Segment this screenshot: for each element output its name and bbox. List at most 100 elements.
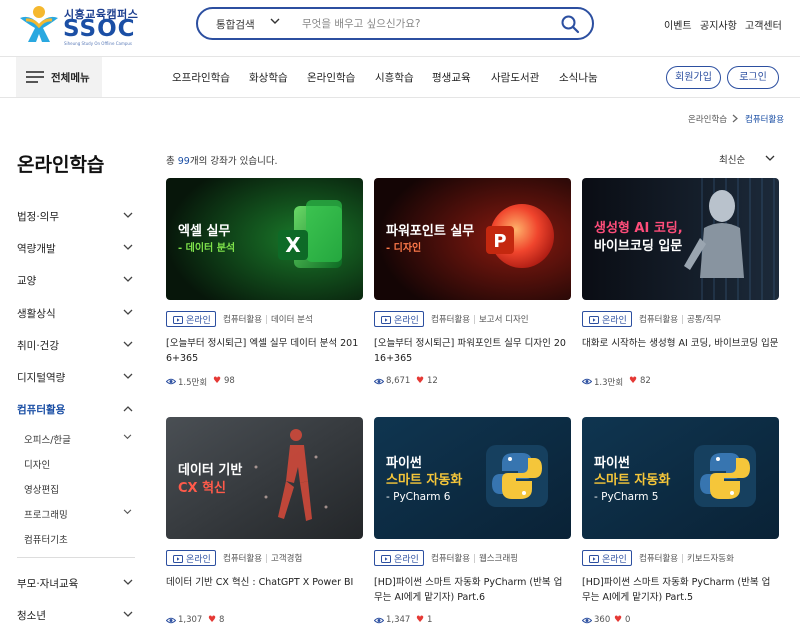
course-count-number: 99 [177, 156, 190, 167]
video-play-icon [173, 555, 183, 563]
course-card[interactable]: 데이터 기반 CX 혁신 온라인 컴퓨터활용 | 고객경험 데이터 기반 CX 혁신… [166, 417, 363, 632]
course-card[interactable]: 파이썬 스마트 자동화 - PyCharm 5 온라인 컴퓨터활용 | 키보드자동화… [582, 417, 779, 632]
course-category: 컴퓨터활용 | 키보드자동화 [639, 554, 734, 564]
sidebar-item-hobby-health[interactable]: 취미·건강 [17, 336, 135, 356]
sidebar-subitem-label: 영상편집 [24, 485, 59, 496]
course-thumbnail[interactable]: 파이썬 스마트 자동화 - PyCharm 6 [374, 417, 571, 539]
course-thumbnail[interactable]: 데이터 기반 CX 혁신 [166, 417, 363, 539]
course-thumbnail[interactable]: 파이썬 스마트 자동화 - PyCharm 5 [582, 417, 779, 539]
course-card[interactable]: 파이썬 스마트 자동화 - PyCharm 6 온라인 컴퓨터활용 | 웹스크래핑 … [374, 417, 571, 632]
all-menu-label: 전체메뉴 [51, 72, 90, 84]
course-category: 컴퓨터활용 | 공통/직무 [639, 315, 722, 325]
nav-link-online[interactable]: 온라인학습 [307, 70, 355, 85]
sidebar-item-competency[interactable]: 역량개발 [17, 239, 135, 259]
sidebar-item-parenting[interactable]: 부모·자녀교육 [17, 574, 135, 594]
heart-icon: ♥ [416, 615, 425, 625]
site-logo[interactable]: 시흥교육캠퍼스 SSOC Siheung Study On Offline Ca… [16, 4, 138, 46]
util-link-notice[interactable]: 공지사항 [700, 17, 737, 32]
course-thumbnail[interactable]: 생성형 AI 코딩, 바이브코딩 입문 [582, 178, 779, 300]
svg-text:X: X [285, 233, 301, 257]
nav-link-offline[interactable]: 오프라인학습 [172, 70, 230, 85]
online-badge-label: 온라인 [186, 316, 211, 326]
thumbnail-title: 파워포인트 실무 [386, 224, 475, 239]
sidebar-item-computer[interactable]: 컴퓨터활용 [17, 400, 135, 420]
sidebar-item-legal[interactable]: 법정·의무 [17, 207, 135, 227]
logo-tagline: Siheung Study On Offline Campus [64, 41, 132, 46]
chevron-down-icon[interactable] [270, 18, 280, 25]
sidebar-subitem-design[interactable]: 디자인 [24, 455, 132, 473]
search-category-select[interactable]: 통합검색 [216, 17, 255, 32]
course-title[interactable]: [HD]파이썬 스마트 자동화 PyCharm (반복 업무는 AI에게 맡기자… [582, 575, 779, 605]
online-badge: 온라인 [166, 311, 216, 327]
sidebar-subitem-label: 컴퓨터기초 [24, 535, 68, 546]
sidebar-subitem-office[interactable]: 오피스/한글 [24, 430, 132, 448]
logo-mark-icon [20, 6, 58, 42]
online-badge: 온라인 [582, 311, 632, 327]
course-title[interactable]: [오늘부터 정시퇴근] 파워포인트 실무 디자인 2016+365 [374, 336, 571, 366]
sidebar-subitem-label: 오피스/한글 [24, 435, 71, 446]
course-card[interactable]: P 파워포인트 실무 - 디자인 온라인 컴퓨터활용 | 보고서 디자인 [오늘부터… [374, 178, 571, 393]
nav-link-news[interactable]: 소식나눔 [559, 70, 598, 85]
like-count: 8 [219, 615, 225, 625]
signup-button[interactable]: 회원가입 [666, 66, 721, 89]
course-title[interactable]: [HD]파이썬 스마트 자동화 PyCharm (반복 업무는 AI에게 맡기자… [374, 575, 571, 605]
thumbnail-title-line2: 스마트 자동화 [594, 473, 671, 488]
eye-icon [582, 378, 592, 385]
course-count: 총 99개의 강좌가 있습니다. [166, 156, 278, 167]
search-icon[interactable] [560, 14, 580, 34]
breadcrumb-item-current: 컴퓨터활용 [745, 115, 785, 125]
login-button[interactable]: 로그인 [727, 66, 779, 89]
like-count: 1 [427, 615, 433, 625]
course-thumbnail[interactable]: X 엑셀 실무 - 데이터 분석 [166, 178, 363, 300]
chevron-down-icon [765, 155, 775, 161]
sidebar-item-digital[interactable]: 디지털역량 [17, 368, 135, 388]
search-input[interactable] [302, 16, 552, 32]
course-category: 컴퓨터활용 | 보고서 디자인 [431, 315, 529, 325]
nav-link-siheung[interactable]: 시흥학습 [375, 70, 414, 85]
logo-wordmark: SSOC [63, 16, 136, 42]
course-category: 컴퓨터활용 | 데이터 분석 [223, 315, 313, 325]
thumbnail-title-line2: 스마트 자동화 [386, 473, 463, 488]
course-title[interactable]: 대화로 시작하는 생성형 AI 코딩, 바이브코딩 입문 [582, 336, 779, 351]
eye-icon [374, 617, 384, 624]
online-badge: 온라인 [374, 550, 424, 566]
online-badge-label: 온라인 [186, 555, 211, 565]
sidebar-subitem-label: 프로그래밍 [24, 510, 68, 521]
util-link-support[interactable]: 고객센터 [745, 17, 782, 32]
chevron-down-icon [123, 509, 132, 515]
sidebar-item-label: 컴퓨터활용 [17, 404, 66, 416]
chevron-down-icon [123, 579, 133, 585]
thumbnail-subtitle: - 디자인 [386, 243, 422, 254]
chevron-down-icon [123, 341, 133, 347]
sidebar-subitem-basics[interactable]: 컴퓨터기초 [24, 530, 132, 548]
course-thumbnail[interactable]: P 파워포인트 실무 - 디자인 [374, 178, 571, 300]
like-count: 82 [640, 376, 651, 386]
nav-link-lifelong[interactable]: 평생교육 [432, 70, 471, 85]
util-link-event[interactable]: 이벤트 [664, 17, 692, 32]
sidebar-item-label: 청소년 [17, 610, 46, 622]
chevron-down-icon [123, 276, 133, 282]
course-title[interactable]: [오늘부터 정시퇴근] 엑셀 실무 데이터 분석 2016+365 [166, 336, 363, 366]
like-count: 12 [427, 376, 438, 386]
sidebar-item-liberal-arts[interactable]: 교양 [17, 271, 135, 291]
sidebar-item-label: 법정·의무 [17, 211, 59, 223]
online-badge-label: 온라인 [394, 555, 419, 565]
view-count: 1.3만회 [594, 378, 624, 388]
sort-select[interactable]: 최신순 [719, 152, 779, 168]
hamburger-icon [26, 71, 44, 83]
nav-link-video[interactable]: 화상학습 [249, 70, 288, 85]
online-badge-label: 온라인 [602, 555, 627, 565]
eye-icon [374, 378, 384, 385]
all-menu-button[interactable]: 전체메뉴 [16, 57, 102, 97]
svg-text:P: P [493, 231, 506, 252]
nav-link-human-library[interactable]: 사람도서관 [491, 70, 539, 85]
breadcrumb-item-online[interactable]: 온라인학습 [688, 113, 727, 125]
sidebar-subitem-video-edit[interactable]: 영상편집 [24, 480, 132, 498]
sidebar-item-living[interactable]: 생활상식 [17, 304, 135, 324]
sidebar-subitem-programming[interactable]: 프로그래밍 [24, 505, 132, 523]
sidebar-item-youth[interactable]: 청소년 [17, 606, 135, 626]
heart-icon: ♥ [208, 615, 217, 625]
course-title[interactable]: 데이터 기반 CX 혁신 : ChatGPT X Power BI [166, 575, 363, 590]
course-card[interactable]: 생성형 AI 코딩, 바이브코딩 입문 온라인 컴퓨터활용 | 공통/직무 대화로 … [582, 178, 779, 393]
course-card[interactable]: X 엑셀 실무 - 데이터 분석 온라인 컴퓨터활용 | 데이터 분석 [오늘부터 … [166, 178, 363, 393]
